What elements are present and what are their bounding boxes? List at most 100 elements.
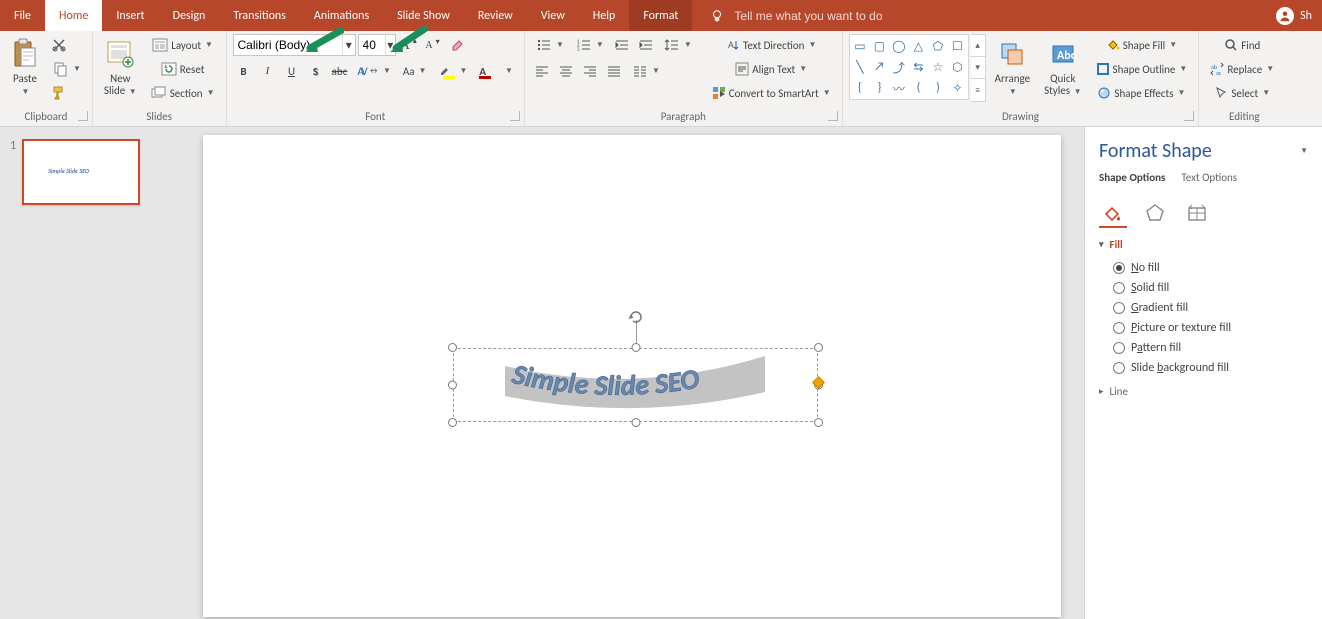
tab-review[interactable]: Review <box>464 0 527 31</box>
tab-insert[interactable]: Insert <box>102 0 158 31</box>
tab-home[interactable]: Home <box>45 0 102 31</box>
clipboard-dialog-launcher[interactable] <box>78 111 88 121</box>
font-size-combo[interactable]: ▾ <box>358 34 396 56</box>
italic-button[interactable]: I <box>257 60 279 82</box>
bullets-button[interactable]: ▼ <box>531 34 569 56</box>
align-text-button[interactable]: Align Text▼ <box>707 58 836 80</box>
tab-transitions[interactable]: Transitions <box>219 0 300 31</box>
shape-effects-button[interactable]: Shape Effects▼ <box>1091 82 1193 104</box>
tell-me[interactable] <box>692 0 952 31</box>
tab-format[interactable]: Format <box>629 0 692 31</box>
section-button[interactable]: Section▼ <box>146 82 220 104</box>
align-left-button[interactable] <box>531 60 553 82</box>
tab-design[interactable]: Design <box>159 0 220 31</box>
layout-button[interactable]: Layout▼ <box>146 34 220 56</box>
font-name-combo[interactable]: ▾ <box>233 34 356 56</box>
tab-help[interactable]: Help <box>579 0 630 31</box>
shrink-font-button[interactable]: A▾ <box>422 34 444 56</box>
pane-tab-shape-options[interactable]: Shape Options <box>1099 171 1165 188</box>
section-line-header[interactable]: ▸Line <box>1099 385 1308 398</box>
replace-button[interactable]: abacReplace▼ <box>1205 58 1279 80</box>
fill-option-slidebg[interactable]: Slide background fill <box>1113 361 1308 375</box>
clear-formatting-button[interactable] <box>446 34 468 56</box>
wordart-shape[interactable]: Simple Slide SEO <box>509 368 761 412</box>
slide-canvas-area[interactable]: Simple Slide SEO <box>180 127 1084 619</box>
find-button[interactable]: Find <box>1205 34 1279 56</box>
tab-animations[interactable]: Animations <box>300 0 383 31</box>
slide-thumbnail-1[interactable]: Simple Slide SEO <box>22 139 140 205</box>
underline-button[interactable]: U <box>281 60 303 82</box>
font-size-input[interactable] <box>359 35 385 55</box>
font-dialog-launcher[interactable] <box>510 111 520 121</box>
numbering-button[interactable]: 123▼ <box>571 34 609 56</box>
slide-thumbnails-panel[interactable]: 1 Simple Slide SEO <box>0 127 180 619</box>
resize-handle-bm[interactable] <box>631 418 640 427</box>
pane-tab-text-options[interactable]: Text Options <box>1181 171 1237 188</box>
pane-cat-size[interactable] <box>1183 200 1211 228</box>
pane-cat-fill-line[interactable] <box>1099 200 1127 228</box>
char-spacing-button[interactable]: AV↔▼ <box>353 60 396 82</box>
fill-option-nofill[interactable]: No fill <box>1113 261 1308 275</box>
columns-button[interactable]: ▼ <box>627 60 665 82</box>
decrease-indent-button[interactable] <box>611 34 633 56</box>
justify-button[interactable] <box>603 60 625 82</box>
paragraph-dialog-launcher[interactable] <box>828 111 838 121</box>
grow-font-button[interactable]: A▴ <box>398 34 420 56</box>
quick-styles-button[interactable]: Abc QuickStyles ▼ <box>1039 34 1086 101</box>
select-button[interactable]: Select▼ <box>1205 82 1279 104</box>
copy-button[interactable]: ▼ <box>48 58 86 80</box>
new-slide-button[interactable]: NewSlide ▼ <box>99 34 142 101</box>
resize-handle-tl[interactable] <box>448 343 457 352</box>
copy-icon <box>53 61 69 77</box>
fill-option-gradient[interactable]: Gradient fill <box>1113 301 1308 315</box>
tell-me-input[interactable] <box>732 8 952 24</box>
align-center-button[interactable] <box>555 60 577 82</box>
line-spacing-button[interactable]: ▼ <box>659 34 697 56</box>
wordart-selection[interactable]: Simple Slide SEO <box>453 348 818 422</box>
reset-button[interactable]: Reset <box>146 58 220 80</box>
pane-menu-button[interactable]: ▼ <box>1300 146 1308 156</box>
resize-handle-br[interactable] <box>814 418 823 427</box>
bold-button[interactable]: B <box>233 60 255 82</box>
rotate-handle[interactable] <box>627 308 645 330</box>
shapes-scroll[interactable]: ▴▾≡ <box>971 34 986 102</box>
arrange-button[interactable]: Arrange▼ <box>990 34 1035 101</box>
pentagon-icon <box>1144 202 1166 224</box>
font-color-button[interactable]: A▼ <box>474 60 518 82</box>
chevron-down-icon[interactable]: ▾ <box>342 35 355 55</box>
shape-outline-button[interactable]: Shape Outline▼ <box>1091 58 1193 80</box>
cut-button[interactable] <box>48 34 70 56</box>
format-painter-button[interactable] <box>48 82 70 104</box>
font-name-input[interactable] <box>234 35 342 55</box>
drawing-dialog-launcher[interactable] <box>1184 111 1194 121</box>
align-right-button[interactable] <box>579 60 601 82</box>
resize-handle-bl[interactable] <box>448 418 457 427</box>
resize-handle-tr[interactable] <box>814 343 823 352</box>
shape-fill-button[interactable]: Shape Fill▼ <box>1091 34 1193 56</box>
text-direction-button[interactable]: AText Direction▼ <box>707 34 836 56</box>
change-case-button[interactable]: Aa▼ <box>398 60 432 82</box>
increase-indent-button[interactable] <box>635 34 657 56</box>
effects-icon <box>1097 86 1111 100</box>
fill-option-picture[interactable]: Picture or texture fill <box>1113 321 1308 335</box>
strike-button[interactable]: abc <box>329 60 351 82</box>
font-highlight-button[interactable]: ▼ <box>433 60 472 82</box>
fill-option-solid[interactable]: Solid fill <box>1113 281 1308 295</box>
rotate-icon <box>627 308 645 326</box>
chevron-down-icon[interactable]: ▾ <box>385 35 395 55</box>
section-fill-header[interactable]: ▾Fill <box>1099 238 1308 251</box>
paste-button[interactable]: Paste▼ <box>6 34 44 101</box>
resize-handle-tm[interactable] <box>631 343 640 352</box>
shapes-gallery[interactable]: ▭▢◯△⬠☐ ╲↗⤴⇆☆⬡ {}〰()✧ <box>849 34 969 100</box>
resize-handle-ml[interactable] <box>448 381 457 390</box>
slide[interactable]: Simple Slide SEO <box>203 135 1061 617</box>
pane-cat-effects[interactable] <box>1141 200 1169 228</box>
convert-smartart-button[interactable]: Convert to SmartArt▼ <box>707 82 836 104</box>
tab-file[interactable]: File <box>0 0 45 31</box>
fill-option-pattern[interactable]: Pattern fill <box>1113 341 1308 355</box>
tab-slideshow[interactable]: Slide Show <box>383 0 464 31</box>
lightbulb-icon <box>710 9 724 23</box>
shadow-button[interactable]: S <box>305 60 327 82</box>
tab-view[interactable]: View <box>527 0 579 31</box>
account-area[interactable]: Sh <box>1276 0 1322 31</box>
